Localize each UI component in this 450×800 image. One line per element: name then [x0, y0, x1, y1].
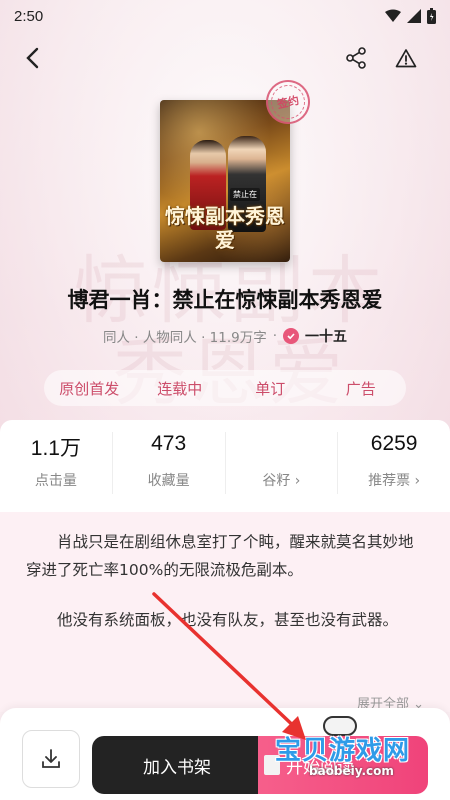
tag-single-purchase[interactable]: 单订	[225, 370, 316, 406]
stamp-text: 签约	[267, 81, 309, 123]
status-icons	[385, 8, 436, 24]
stat-clicks: 1.1万 点击量	[0, 432, 113, 494]
stat-favorites: 473 收藏量	[113, 432, 226, 494]
watermark-url: baobeiy.com	[309, 764, 394, 778]
description-paragraph: 他没有系统面板，也没有队友，甚至也没有武器。	[57, 611, 399, 629]
stat-label: 谷籽 ›	[262, 473, 301, 489]
stat-value: 1.1万	[30, 437, 81, 460]
download-button[interactable]	[22, 730, 80, 788]
book-meta: 同人 · 人物同人 · 11.9万字 · 一十五	[0, 326, 450, 346]
wifi-icon	[385, 9, 401, 22]
stat-value: 473	[151, 432, 187, 455]
stat-value	[226, 432, 338, 462]
signal-icon	[407, 9, 421, 23]
download-icon	[42, 749, 60, 768]
cover-author-label: 禁止在	[230, 188, 260, 201]
stat-label: 点击量	[34, 473, 77, 489]
stat-value: 6259	[370, 432, 418, 455]
watermark-text: 宝贝游戏网	[275, 736, 411, 766]
report-button[interactable]	[390, 42, 422, 74]
book-cover[interactable]: 禁止在 惊悚副本秀恩爱	[160, 100, 290, 262]
book-description: 肖战只是在剧组休息室打了个盹，醒来就莫名其妙地穿进了死亡率100%的无限流极危副…	[0, 512, 450, 712]
cover-title: 惊悚副本秀恩爱	[165, 204, 285, 252]
tag-serializing[interactable]: 连载中	[135, 370, 226, 406]
description-paragraph: 肖战只是在剧组休息室打了个盹，醒来就莫名其妙地穿进了死亡率100%的无限流极危副…	[26, 533, 414, 579]
share-icon	[346, 47, 366, 69]
stats-card: 1.1万 点击量 473 收藏量 谷籽 › 6259 推荐票 ›	[0, 420, 450, 512]
tag-ads[interactable]: 广告	[316, 370, 407, 406]
book-category: 同人 · 人物同人 · 11.9万字	[102, 330, 267, 346]
stat-label: 收藏量	[147, 473, 190, 489]
tag-row: 原创首发 连载中 单订 广告	[44, 370, 406, 406]
add-to-shelf-button[interactable]: 加入书架	[92, 736, 262, 794]
warning-icon	[395, 49, 417, 68]
author-name[interactable]: 一十五	[305, 326, 347, 346]
book-title: 博君一肖：禁止在惊悚副本秀恩爱	[67, 288, 383, 312]
separator: ·	[272, 328, 278, 344]
stat-seeds[interactable]: 谷籽 ›	[226, 432, 339, 494]
author-verified-icon	[283, 328, 300, 344]
status-time: 2:50	[14, 7, 44, 25]
chevron-left-icon	[26, 47, 39, 69]
tag-original[interactable]: 原创首发	[44, 370, 135, 406]
back-button[interactable]	[16, 42, 48, 74]
status-bar: 2:50	[0, 0, 450, 32]
share-button[interactable]	[340, 42, 372, 74]
stat-recommend-votes[interactable]: 6259 推荐票 ›	[338, 432, 450, 494]
site-watermark: 宝贝游戏网 baobeiy.com	[255, 716, 445, 786]
battery-icon	[427, 8, 436, 24]
top-bar	[0, 38, 450, 78]
stat-label: 推荐票 ›	[368, 473, 421, 489]
